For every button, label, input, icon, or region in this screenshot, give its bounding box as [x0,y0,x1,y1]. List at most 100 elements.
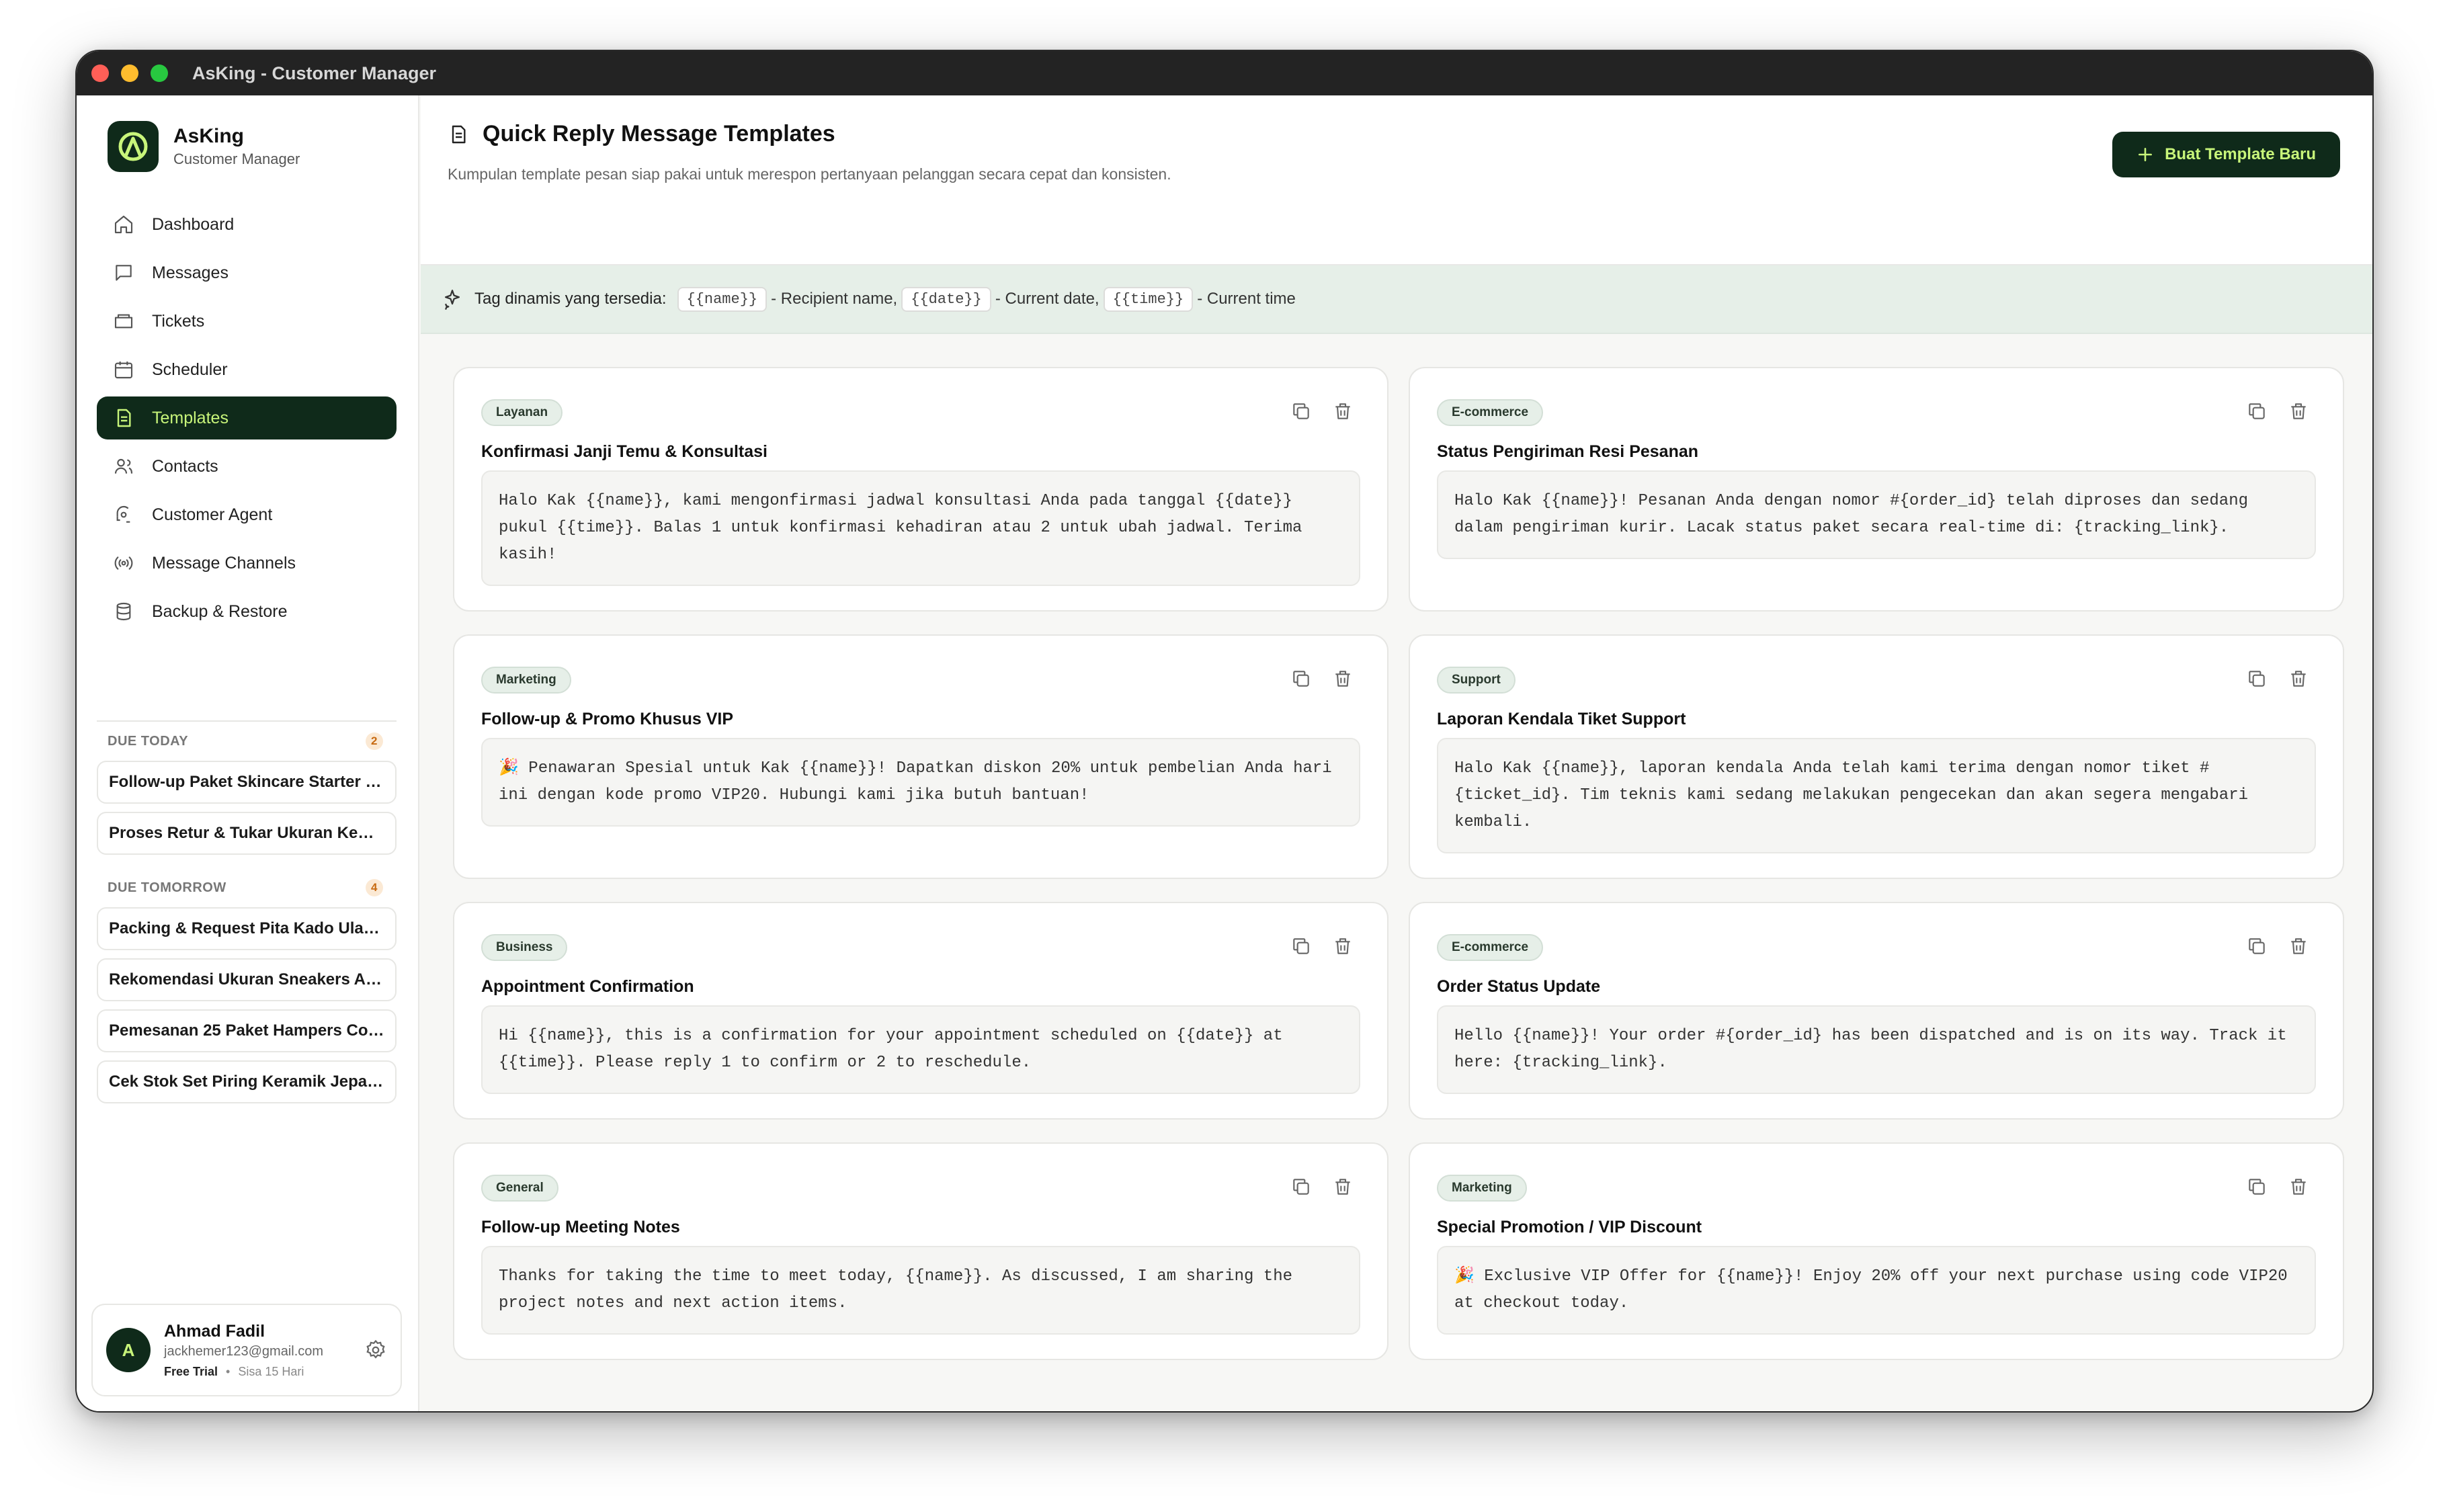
sidebar-item-tickets[interactable]: Tickets [97,300,397,343]
user-email: jackhemer123@gmail.com [164,1343,324,1359]
tag-code[interactable]: {{time}} [1103,286,1194,312]
title-bar: AsKing - Customer Manager [77,51,2372,95]
trash-icon[interactable] [1332,1176,1354,1198]
page-subtitle: Kumpulan template pesan siap pakai untuk… [448,165,1171,183]
category-badge: Marketing [481,667,571,694]
new-template-label: Buat Template Baru [2165,145,2316,163]
sidebar-item-label: Messages [152,263,229,282]
trash-icon[interactable] [2288,401,2309,422]
sidebar-item-dashboard[interactable]: Dashboard [97,203,397,246]
copy-icon[interactable] [2246,1176,2268,1198]
sidebar-item-templates[interactable]: Templates [97,396,397,439]
sidebar-divider [97,720,397,722]
tag-code[interactable]: {{name}} [677,286,767,312]
copy-icon[interactable] [2246,401,2268,422]
trash-icon[interactable] [1332,668,1354,689]
sidebar-item-label: Tickets [152,311,205,331]
sidebar-item-label: Customer Agent [152,505,273,524]
template-title: Order Status Update [1437,977,1601,996]
maximize-window-button[interactable] [151,65,168,82]
template-card[interactable]: Marketing Follow-up & Promo Khusus VIP 🎉… [453,634,1388,879]
template-card[interactable]: General Follow-up Meeting Notes Thanks f… [453,1142,1388,1360]
trash-icon[interactable] [2288,1176,2309,1198]
window-controls [91,65,168,82]
sidebar-item-scheduler[interactable]: Scheduler [97,348,397,391]
due-today-item[interactable]: Follow-up Paket Skincare Starter Kit [97,761,397,804]
due-item-title: Cek Stok Set Piring Keramik Jepang [109,1073,384,1091]
sidebar-item-customer-agent[interactable]: Customer Agent [97,493,397,536]
due-item-title: Follow-up Paket Skincare Starter Kit [109,773,384,791]
trash-icon[interactable] [1332,935,1354,957]
category-badge: Marketing [1437,1175,1527,1202]
due-tomorrow-header: DUE TOMORROW 4 [108,879,383,896]
due-today-item[interactable]: Proses Retur & Tukar Ukuran Kemeja [97,812,397,855]
template-card[interactable]: E-commerce Status Pengiriman Resi Pesana… [1409,367,2344,612]
close-window-button[interactable] [91,65,109,82]
template-body: 🎉 Penawaran Spesial untuk Kak {{name}}! … [481,738,1360,827]
gear-icon[interactable] [364,1339,387,1361]
tag-description: - Current time [1197,290,1296,308]
trash-icon[interactable] [1332,401,1354,422]
sidebar-item-label: Templates [152,408,229,427]
due-tomorrow-label: DUE TOMORROW [108,880,226,895]
template-card[interactable]: E-commerce Order Status Update Hello {{n… [1409,902,2344,1120]
sidebar-nav: Dashboard Messages Tickets Scheduler Tem… [97,203,397,638]
template-body: Halo Kak {{name}}, laporan kendala Anda … [1437,738,2316,853]
user-profile-card[interactable]: A Ahmad Fadil jackhemer123@gmail.com Fre… [91,1304,402,1396]
ticket-icon [114,314,133,329]
separator-dot: • [226,1364,231,1378]
sidebar-item-messages[interactable]: Messages [97,251,397,294]
trash-icon[interactable] [2288,668,2309,689]
category-badge: E-commerce [1437,934,1544,961]
copy-icon[interactable] [2246,935,2268,957]
sidebar: AsKing Customer Manager Dashboard Messag… [77,95,419,1411]
template-card[interactable]: Marketing Special Promotion / VIP Discou… [1409,1142,2344,1360]
brand-name: AsKing [173,125,244,147]
calendar-icon [114,362,133,379]
tag-code[interactable]: {{date}} [901,286,991,312]
new-template-button[interactable]: Buat Template Baru [2112,132,2340,177]
template-card[interactable]: Business Appointment Confirmation Hi {{n… [453,902,1388,1120]
agent-icon [116,505,130,523]
template-body: Thanks for taking the time to meet today… [481,1246,1360,1335]
copy-icon[interactable] [1290,401,1312,422]
brand-subtitle: Customer Manager [173,151,300,167]
broadcast-icon [114,556,133,570]
copy-icon[interactable] [1290,668,1312,689]
sidebar-item-contacts[interactable]: Contacts [97,445,397,488]
window-title: AsKing - Customer Manager [192,62,437,83]
due-tomorrow-item[interactable]: Pemesanan 25 Paket Hampers Corporate [97,1009,397,1052]
brand[interactable]: AsKing Customer Manager [108,121,300,172]
due-tomorrow-item[interactable]: Packing & Request Pita Kado Ulang Tahun [97,907,397,950]
template-body: Hello {{name}}! Your order #{order_id} h… [1437,1005,2316,1094]
template-title: Follow-up & Promo Khusus VIP [481,710,733,728]
sidebar-item-message-channels[interactable]: Message Channels [97,542,397,585]
sidebar-item-label: Dashboard [152,214,235,234]
template-title: Status Pengiriman Resi Pesanan [1437,442,1699,461]
app-window: AsKing - Customer Manager AsKing Custome… [75,50,2374,1413]
database-icon [116,602,131,621]
main-content: Quick Reply Message Templates Kumpulan t… [421,95,2372,1411]
trash-icon[interactable] [2288,935,2309,957]
copy-icon[interactable] [1290,1176,1312,1198]
template-title: Follow-up Meeting Notes [481,1218,680,1236]
template-card[interactable]: Layanan Konfirmasi Janji Temu & Konsulta… [453,367,1388,612]
plus-icon [2139,148,2153,161]
minimize-window-button[interactable] [121,65,138,82]
sidebar-item-backup-restore[interactable]: Backup & Restore [97,590,397,633]
copy-icon[interactable] [2246,668,2268,689]
due-today-list: Follow-up Paket Skincare Starter Kit Pro… [97,761,397,863]
tags-label: Tag dinamis yang tersedia: [474,290,667,308]
sidebar-item-label: Message Channels [152,553,296,573]
copy-icon[interactable] [1290,935,1312,957]
due-tomorrow-item[interactable]: Rekomendasi Ukuran Sneakers Anak [97,958,397,1001]
due-tomorrow-item[interactable]: Cek Stok Set Piring Keramik Jepang [97,1060,397,1103]
category-badge: General [481,1175,558,1202]
template-title: Konfirmasi Janji Temu & Konsultasi [481,442,768,461]
category-badge: Layanan [481,399,563,426]
avatar: A [106,1328,151,1372]
trial-remaining: Sisa 15 Hari [238,1364,304,1378]
due-item-title: Proses Retur & Tukar Ukuran Kemeja [109,824,384,842]
template-card[interactable]: Support Laporan Kendala Tiket Support Ha… [1409,634,2344,879]
home-icon [114,215,133,234]
